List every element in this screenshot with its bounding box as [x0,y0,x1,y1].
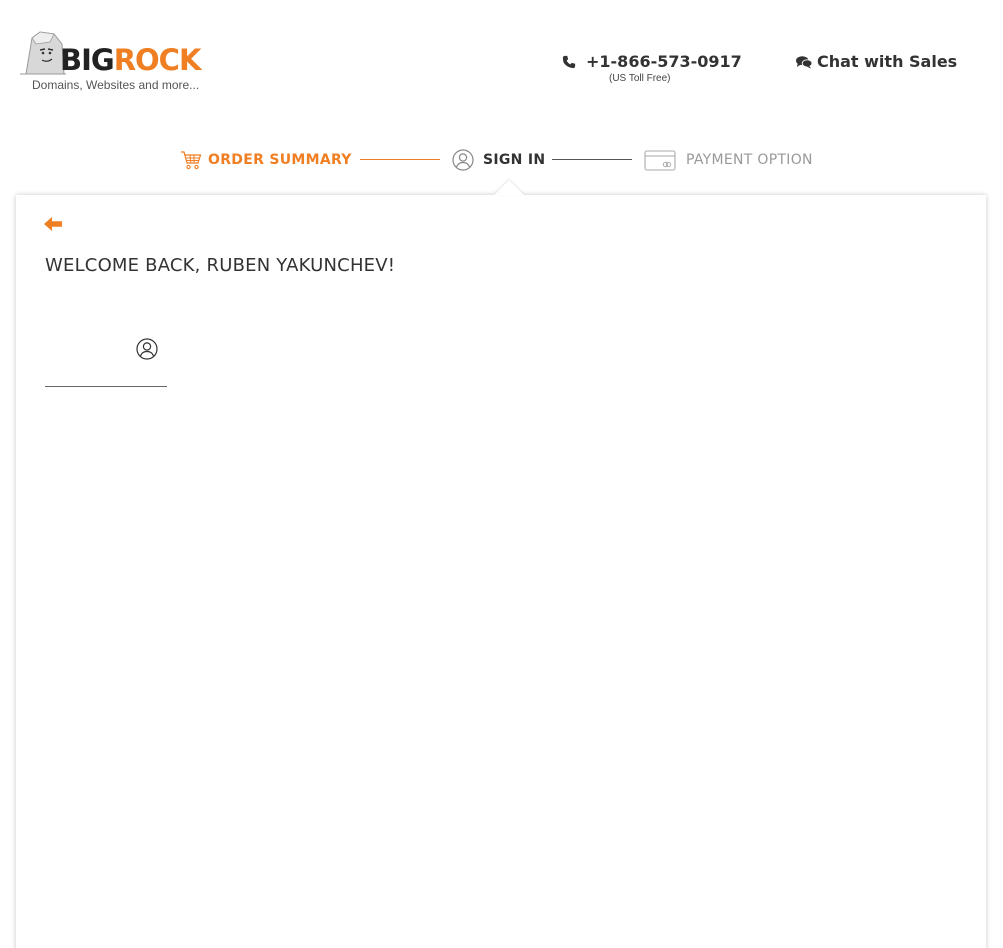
phone-icon [562,55,576,68]
arrow-left-icon[interactable] [44,217,62,231]
phone-line: +1-866-573-0917 [562,52,742,71]
user-circle-icon [452,149,474,171]
checkout-steps: ORDER SUMMARY SIGN IN PAYMENT OPTION [0,147,1003,173]
user-circle-icon [136,338,158,360]
step-sign-in-label: SIGN IN [483,152,546,168]
logo-word-big: BIG [60,43,115,77]
step-order-summary[interactable]: ORDER SUMMARY [180,147,352,173]
phone-contact[interactable]: +1-866-573-0917 (US Toll Free) [562,52,742,84]
logo-wordmark: BIGROCK [60,40,202,80]
logo-tagline: Domains, Websites and more... [32,78,200,92]
welcome-heading: WELCOME BACK, RUBEN YAKUNCHEV! [45,255,396,276]
logo-word-rock: ROCK [113,43,202,77]
step-order-summary-label: ORDER SUMMARY [208,152,352,168]
chat-bubbles-icon [796,55,812,69]
credit-card-icon [644,150,676,171]
step-connector-2 [552,159,632,160]
step-payment-option: PAYMENT OPTION [644,147,813,173]
chat-with-sales-link[interactable]: Chat with Sales [796,52,957,71]
cart-icon [181,151,202,170]
toll-free-note: (US Toll Free) [609,73,671,84]
step-sign-in: SIGN IN [452,147,545,173]
username-field[interactable] [45,335,167,387]
checkout-page: BIGROCK Domains, Websites and more... +1… [0,0,1003,948]
step-payment-option-label: PAYMENT OPTION [686,152,813,168]
bigrock-logo[interactable]: BIGROCK Domains, Websites and more... [20,30,215,94]
username-field-underline [45,386,167,387]
sign-in-card: WELCOME BACK, RUBEN YAKUNCHEV! [16,195,986,948]
current-step-pointer [494,180,524,195]
phone-number[interactable]: +1-866-573-0917 [586,52,742,71]
chat-label: Chat with Sales [817,52,958,71]
step-connector-1 [360,159,440,160]
